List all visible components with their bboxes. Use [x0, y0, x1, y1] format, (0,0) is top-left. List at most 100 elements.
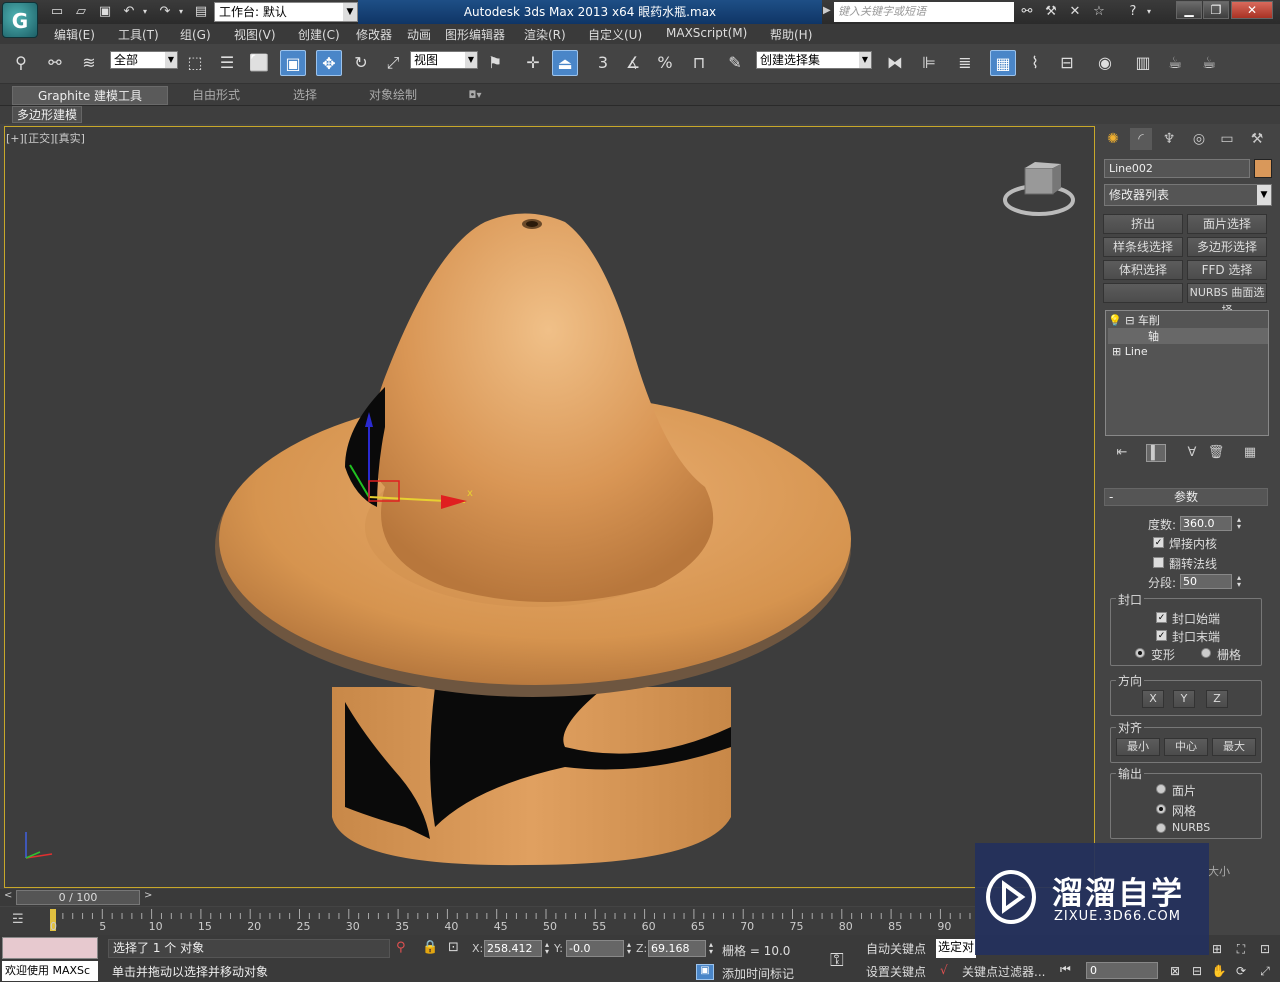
flip-normals-checkbox[interactable]	[1153, 557, 1164, 568]
ffd-select-button[interactable]: FFD 选择	[1187, 260, 1267, 280]
align-min-button[interactable]: 最小	[1116, 738, 1160, 756]
display-tab-icon[interactable]: ▭	[1216, 128, 1238, 150]
snaps-toggle-icon[interactable]: 3	[590, 50, 616, 76]
prev-frame-icon[interactable]: <	[4, 890, 12, 901]
material-editor-icon[interactable]: ◉	[1092, 50, 1118, 76]
bind-spacewarp-icon[interactable]: ≋	[76, 50, 102, 76]
patch-select-button[interactable]: 面片选择	[1187, 214, 1267, 234]
configure-modifier-sets-icon[interactable]: ▦	[1240, 444, 1260, 462]
vol-select-button[interactable]: 体积选择	[1103, 260, 1183, 280]
morph-radio[interactable]	[1135, 648, 1145, 658]
select-scale-icon[interactable]: ⤢	[380, 50, 406, 76]
unlink-icon[interactable]: ⚯	[42, 50, 68, 76]
favorites-star-icon[interactable]: ☆	[1090, 3, 1108, 21]
menu-graph-editors[interactable]: 图形编辑器	[445, 26, 505, 43]
pan-view-icon[interactable]: ✋	[1210, 962, 1228, 980]
stack-item-axis[interactable]: 轴	[1108, 328, 1268, 344]
redo-icon[interactable]: ↷	[156, 3, 174, 21]
open-file-icon[interactable]: ▱	[72, 3, 90, 21]
degrees-spinner[interactable]: ▴ ▾	[1234, 516, 1244, 531]
modifier-list-select[interactable]: 修改器列表 ▼	[1104, 184, 1272, 206]
named-selection-set-select[interactable]: 创建选择集 ▼	[756, 51, 872, 69]
field-of-view-icon[interactable]: ⊠	[1166, 962, 1184, 980]
rectangular-selection-icon[interactable]: ⬜	[246, 50, 272, 76]
ribbon-options-icon[interactable]: ◘▾	[460, 86, 490, 105]
reference-coordinate-select[interactable]: 视图 ▼	[410, 51, 478, 69]
perspective-viewport[interactable]: x	[4, 126, 1095, 888]
output-patch-radio[interactable]	[1156, 784, 1166, 794]
undo-dropdown-icon[interactable]: ▾	[140, 3, 150, 21]
schematic-view-icon[interactable]: ⊟	[1054, 50, 1080, 76]
undo-icon[interactable]: ↶	[120, 3, 138, 21]
make-unique-icon[interactable]: ∀	[1182, 444, 1202, 462]
menu-help[interactable]: 帮助(H)	[770, 26, 812, 43]
zoom-region-icon[interactable]: ⊟	[1188, 962, 1206, 980]
poly-select-button[interactable]: 多边形选择	[1187, 237, 1267, 257]
direction-x-button[interactable]: X	[1142, 690, 1164, 708]
track-bar[interactable]	[0, 907, 975, 935]
show-end-result-icon[interactable]: ▍	[1146, 444, 1166, 462]
auto-key-button[interactable]: 自动关键点	[866, 940, 926, 957]
y-coordinate-field[interactable]: -0.0	[566, 940, 624, 957]
nurbs-surface-select-button[interactable]: NURBS 曲面选择	[1187, 283, 1267, 317]
key-filters-button[interactable]: 关键点过滤器...	[962, 963, 1045, 980]
tab-object-paint[interactable]: 对象绘制	[350, 86, 436, 105]
binoculars-icon[interactable]: ⚯	[1018, 3, 1036, 21]
track-bar-menu-icon[interactable]: ☲	[12, 912, 24, 927]
help-dropdown-icon[interactable]: ▾	[1144, 3, 1154, 21]
parameters-rollout-header[interactable]: - 参数	[1104, 488, 1268, 506]
mirror-icon[interactable]: ⧓	[882, 50, 908, 76]
current-frame-field[interactable]: 0	[1086, 962, 1158, 979]
output-mesh-radio[interactable]	[1156, 804, 1166, 814]
menu-create[interactable]: 创建(C)	[298, 26, 340, 43]
selection-filter-select[interactable]: 全部 ▼	[110, 51, 178, 69]
grid-radio[interactable]	[1201, 648, 1211, 658]
keyboard-shortcut-override-icon[interactable]: ⏏	[552, 50, 578, 76]
empty-modifier-button[interactable]	[1103, 283, 1183, 303]
pivot-center-icon[interactable]: ⚑	[482, 50, 508, 76]
curve-editor-icon[interactable]: ⌇	[1022, 50, 1048, 76]
menu-tools[interactable]: 工具(T)	[118, 26, 159, 43]
stack-item-line[interactable]: ⊞ Line	[1108, 345, 1268, 358]
select-by-name-icon[interactable]: ☰	[214, 50, 240, 76]
chevron-right-icon[interactable]: ▶	[823, 5, 831, 16]
pin-stack-icon[interactable]: ⇤	[1112, 444, 1132, 462]
segments-field[interactable]: 50	[1180, 574, 1232, 589]
communication-icon[interactable]: ✕	[1066, 3, 1084, 21]
x-spinner[interactable]: ▴ ▾	[542, 941, 552, 956]
render-setup-icon[interactable]: ▥	[1130, 50, 1156, 76]
maxscript-listener[interactable]	[2, 937, 98, 959]
align-center-button[interactable]: 中心	[1164, 738, 1208, 756]
viewcube-icon[interactable]	[1003, 160, 1075, 218]
lightbulb-icon[interactable]: 💡	[1108, 314, 1122, 327]
select-object-icon[interactable]: ⬚	[182, 50, 208, 76]
align-icon[interactable]: ⊫	[916, 50, 942, 76]
collapse-icon[interactable]: ⊟	[1125, 314, 1134, 327]
workspace-select[interactable]: 工作台: 默认 ▼	[214, 2, 358, 22]
spline-select-button[interactable]: 样条线选择	[1103, 237, 1183, 257]
select-rotate-icon[interactable]: ↻	[348, 50, 374, 76]
menu-maxscript[interactable]: MAXScript(M)	[666, 26, 747, 40]
motion-tab-icon[interactable]: ◎	[1188, 128, 1210, 150]
zoom-extents-all-icon[interactable]: ⛶	[1232, 940, 1250, 958]
window-crossing-icon[interactable]: ▣	[280, 50, 306, 76]
search-input[interactable]: 键入关键字或短语	[834, 2, 1014, 22]
menu-edit[interactable]: 编辑(E)	[54, 26, 95, 43]
x-coordinate-field[interactable]: 258.412	[484, 940, 542, 957]
extrude-button[interactable]: 挤出	[1103, 214, 1183, 234]
object-color-swatch[interactable]	[1254, 159, 1272, 178]
maximize-button[interactable]: ❐	[1203, 1, 1229, 19]
percent-snap-icon[interactable]: %	[652, 50, 678, 76]
save-icon[interactable]: ▣	[96, 3, 114, 21]
hierarchy-tab-icon[interactable]: ♆	[1158, 128, 1180, 150]
tab-freeform[interactable]: 自由形式	[176, 86, 256, 105]
zoom-all-icon[interactable]: ⊡	[1256, 940, 1274, 958]
layer-manager-icon[interactable]: ≣	[952, 50, 978, 76]
selected-dropdown[interactable]: 选定对	[936, 939, 976, 958]
set-key-button[interactable]: 设置关键点	[866, 963, 926, 980]
cap-start-checkbox[interactable]: ✓	[1156, 612, 1167, 623]
create-tab-icon[interactable]: ✺	[1102, 128, 1124, 150]
menu-customize[interactable]: 自定义(U)	[588, 26, 642, 43]
direction-y-button[interactable]: Y	[1173, 690, 1195, 708]
degrees-field[interactable]: 360.0	[1180, 516, 1232, 531]
